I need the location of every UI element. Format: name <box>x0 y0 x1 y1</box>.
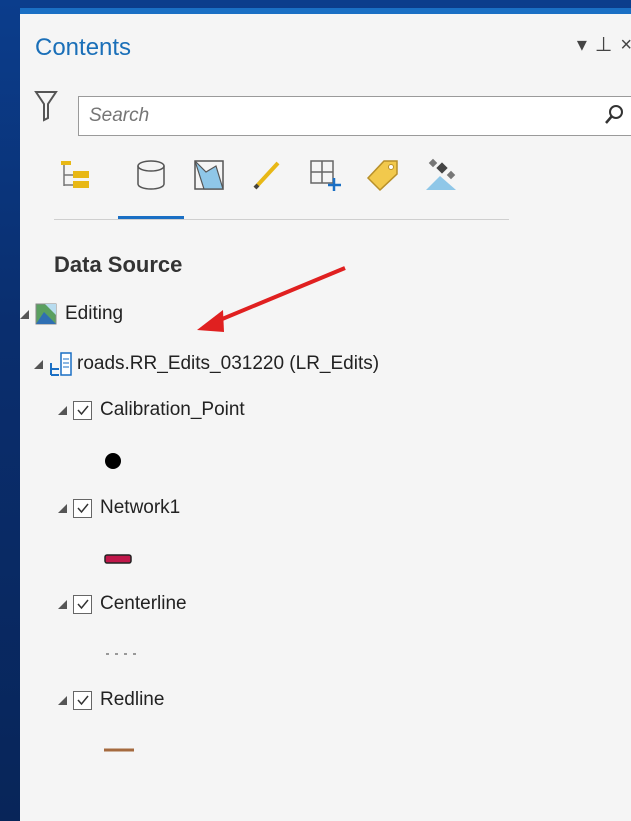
collapse-icon[interactable] <box>58 405 67 415</box>
map-label: Editing <box>65 303 124 324</box>
visibility-checkbox[interactable] <box>73 690 92 710</box>
tree-item-map[interactable]: Editing <box>20 300 123 328</box>
layer-label: Centerline <box>100 593 187 614</box>
collapse-icon[interactable] <box>58 599 67 609</box>
selection-icon <box>194 160 224 190</box>
collapse-icon[interactable] <box>58 503 67 513</box>
search-input[interactable] <box>79 97 531 135</box>
drawing-order-icon <box>61 161 89 188</box>
section-heading: Data Source <box>54 252 183 277</box>
list-by-snapping-button[interactable] <box>304 154 346 196</box>
layer-label: Redline <box>100 689 165 710</box>
list-by-labeling-button[interactable] <box>362 154 404 196</box>
line-symbol-network <box>104 554 132 564</box>
options-menu-icon[interactable]: ▾ <box>577 34 595 56</box>
search-box[interactable]: ▾ <box>78 96 631 136</box>
tree-item-layer-calibration-point[interactable]: Calibration_Point <box>58 396 245 424</box>
workspace-label: roads.RR_Edits_031220 (LR_Edits) <box>77 353 380 374</box>
workspace-icon <box>50 352 72 376</box>
collapse-icon[interactable] <box>58 695 67 705</box>
tree-item-layer-network1[interactable]: Network1 <box>58 494 180 522</box>
toolbar-divider <box>54 219 509 220</box>
list-by-data-source-button[interactable] <box>130 154 172 196</box>
layer-label: Calibration_Point <box>100 399 245 420</box>
contents-pane: Contents ▾⊥× ▾ <box>20 8 631 821</box>
satellite-icon <box>426 158 456 190</box>
database-icon <box>137 160 165 190</box>
layer-label: Network1 <box>100 497 181 518</box>
collapse-icon[interactable] <box>20 309 29 319</box>
tree-item-workspace[interactable]: roads.RR_Edits_031220 (LR_Edits) <box>34 350 379 378</box>
window-controls[interactable]: ▾⊥× <box>577 32 631 57</box>
check-icon <box>76 599 89 610</box>
list-by-toolbar <box>54 154 509 220</box>
visibility-checkbox[interactable] <box>73 594 92 614</box>
list-by-editing-button[interactable] <box>246 154 288 196</box>
point-symbol <box>105 453 121 469</box>
line-symbol-centerline <box>106 653 136 655</box>
map-icon <box>35 303 57 325</box>
label-tag-icon <box>366 160 398 192</box>
tree-item-layer-redline[interactable]: Redline <box>58 686 164 714</box>
pin-icon[interactable]: ⊥ <box>595 34 620 56</box>
close-icon[interactable]: × <box>620 34 631 56</box>
list-by-drawing-order-button[interactable] <box>54 154 96 196</box>
visibility-checkbox[interactable] <box>73 400 92 420</box>
visibility-checkbox[interactable] <box>73 498 92 518</box>
list-by-selection-button[interactable] <box>188 154 230 196</box>
check-icon <box>76 695 89 706</box>
pencil-icon <box>253 161 280 190</box>
filter-icon[interactable] <box>34 90 58 127</box>
tree-item-layer-centerline[interactable]: Centerline <box>58 590 187 618</box>
pane-title: Contents <box>35 34 132 61</box>
check-icon <box>76 405 89 416</box>
collapse-icon[interactable] <box>34 359 43 369</box>
search-icon[interactable] <box>603 103 627 132</box>
line-symbol-redline <box>104 748 134 752</box>
check-icon <box>76 503 89 514</box>
snapping-icon <box>310 160 341 191</box>
list-by-perspective-imagery-button[interactable] <box>420 154 462 196</box>
